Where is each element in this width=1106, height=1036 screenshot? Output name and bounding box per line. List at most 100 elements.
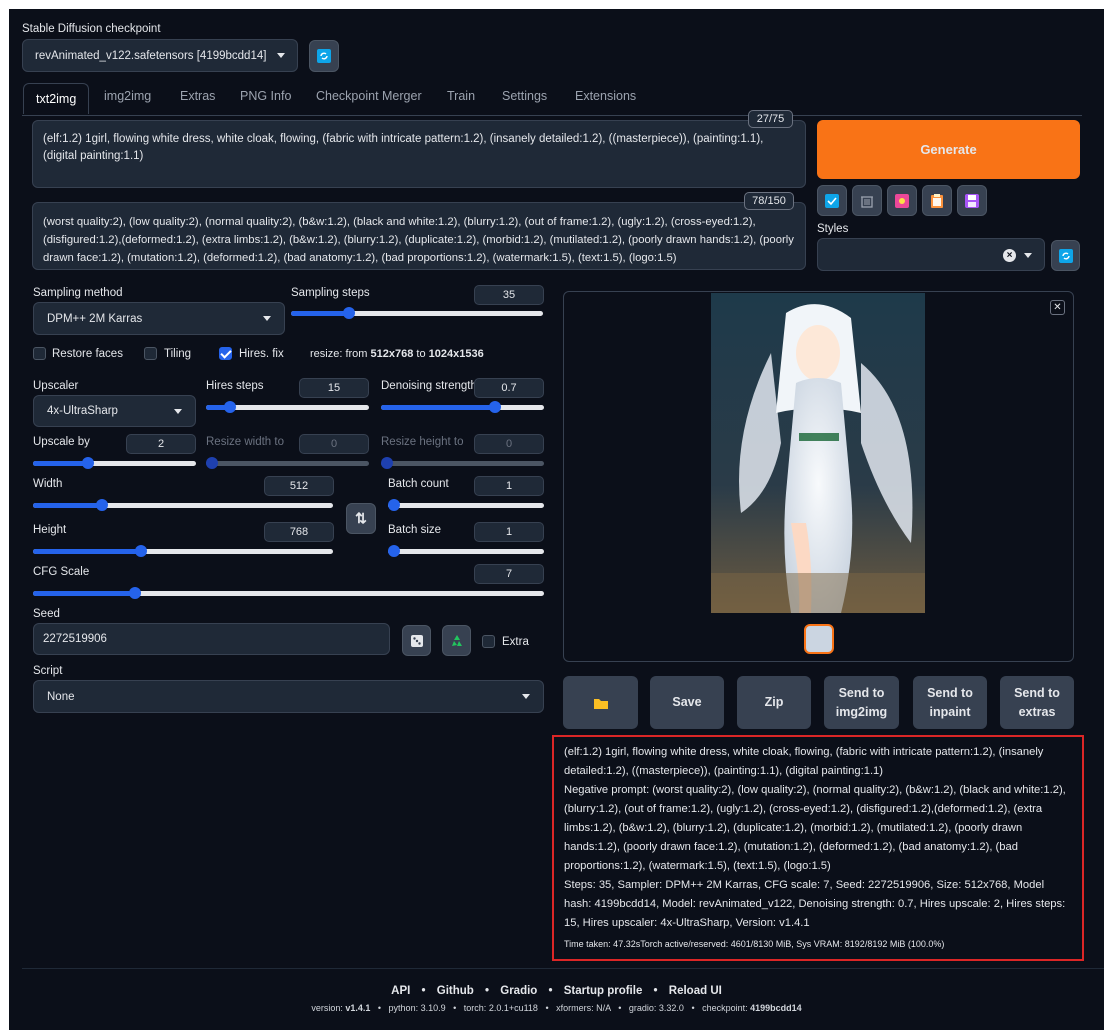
hires-steps-input[interactable]: 15 — [299, 378, 369, 398]
styles-label: Styles — [817, 223, 849, 235]
footer-link-api[interactable]: API — [391, 985, 410, 997]
restore-faces-checkbox[interactable] — [33, 347, 46, 360]
trash-icon — [861, 195, 873, 208]
denoising-strength-slider[interactable] — [381, 401, 544, 413]
extra-seed-checkbox[interactable] — [482, 635, 495, 648]
upscale-by-input[interactable]: 2 — [126, 434, 196, 454]
save-style-button[interactable] — [957, 185, 987, 216]
resize-info: resize: from 512x768 to 1024x1536 — [310, 348, 484, 360]
gallery-thumbnail[interactable] — [804, 624, 834, 654]
tab-img2img[interactable]: img2img — [104, 89, 151, 103]
sampling-method-select[interactable]: DPM++ 2M Karras — [33, 302, 285, 335]
python-key: python: — [388, 1003, 421, 1013]
upscaler-select[interactable]: 4x-UltraSharp — [33, 395, 196, 427]
extra-networks-button[interactable] — [887, 185, 917, 216]
recycle-icon — [451, 634, 462, 646]
refresh-checkpoint-button[interactable] — [309, 40, 339, 72]
script-select[interactable]: None — [33, 680, 544, 713]
sampling-steps-slider[interactable] — [291, 307, 543, 319]
resize-width-slider[interactable] — [206, 457, 369, 469]
clear-icon[interactable]: × — [1003, 249, 1016, 262]
footer-link-gradio[interactable]: Gradio — [500, 985, 537, 997]
tab-extras[interactable]: Extras — [180, 89, 215, 103]
footer-separator: • — [377, 1003, 382, 1013]
send-to-img2img-button[interactable]: Send to img2img — [824, 676, 899, 729]
footer-versions: version: v1.4.1 • python: 3.10.9 • torch… — [9, 1003, 1104, 1013]
checkpoint-select[interactable]: revAnimated_v122.safetensors [4199bcdd14… — [22, 39, 298, 72]
generation-info: (elf:1.2) 1girl, flowing white dress, wh… — [552, 735, 1084, 961]
hires-steps-slider[interactable] — [206, 401, 369, 413]
restore-faces-label: Restore faces — [52, 348, 123, 360]
tab-extensions[interactable]: Extensions — [575, 89, 636, 103]
tab-png-info[interactable]: PNG Info — [240, 89, 291, 103]
info-prompt: (elf:1.2) 1girl, flowing white dress, wh… — [564, 746, 1044, 777]
reuse-seed-button[interactable] — [442, 625, 471, 656]
upscaler-value: 4x-UltraSharp — [47, 405, 118, 417]
send-to-inpaint-button[interactable]: Send to inpaint — [913, 676, 987, 729]
resize-mid: to — [413, 348, 429, 360]
negative-prompt-text: (worst quality:2), (low quality:2), (nor… — [43, 216, 794, 264]
apply-params-button[interactable] — [817, 185, 847, 216]
denoising-strength-input[interactable]: 0.7 — [474, 378, 544, 398]
save-button[interactable]: Save — [650, 676, 724, 729]
height-input[interactable]: 768 — [264, 522, 334, 542]
open-folder-button[interactable] — [563, 676, 638, 729]
seed-label: Seed — [33, 608, 60, 620]
info-negative-prompt: Negative prompt: (worst quality:2), (low… — [564, 784, 1066, 872]
resize-height-slider[interactable] — [381, 457, 544, 469]
tab-settings[interactable]: Settings — [502, 89, 547, 103]
resize-from: 512x768 — [370, 348, 414, 360]
zip-button[interactable]: Zip — [737, 676, 811, 729]
width-slider[interactable] — [33, 499, 333, 511]
close-icon[interactable]: ✕ — [1050, 300, 1065, 315]
tiling-label: Tiling — [164, 348, 192, 360]
seed-input[interactable]: 2272519906 — [33, 623, 390, 655]
cfg-scale-slider[interactable] — [33, 587, 544, 599]
width-input[interactable]: 512 — [264, 476, 334, 496]
sampling-steps-input[interactable]: 35 — [474, 285, 544, 305]
negative-prompt-textarea[interactable]: (worst quality:2), (low quality:2), (nor… — [32, 202, 806, 270]
footer-link-startup-profile[interactable]: Startup profile — [564, 985, 643, 997]
resize-height-input[interactable]: 0 — [474, 434, 544, 454]
checkpoint-hash-value: 4199bcdd14 — [750, 1003, 802, 1013]
refresh-styles-button[interactable] — [1051, 240, 1080, 271]
batch-count-slider[interactable] — [388, 499, 544, 511]
generated-image[interactable] — [711, 293, 925, 613]
styles-select[interactable]: × — [817, 238, 1045, 271]
tab-train[interactable]: Train — [447, 89, 475, 103]
version-key: version: — [311, 1003, 346, 1013]
send-to-extras-button[interactable]: Send to extras — [1000, 676, 1074, 729]
prompt-token-counter: 27/75 — [748, 110, 793, 128]
footer-links: API • Github • Gradio • Startup profile … — [9, 985, 1104, 997]
upscale-by-slider[interactable] — [33, 457, 196, 469]
checkpoint-value: revAnimated_v122.safetensors [4199bcdd14… — [35, 49, 267, 62]
footer-link-reload-ui[interactable]: Reload UI — [669, 985, 722, 997]
batch-count-input[interactable]: 1 — [474, 476, 544, 496]
tab-txt2img[interactable]: txt2img — [23, 83, 90, 114]
resize-width-input[interactable]: 0 — [299, 434, 369, 454]
generate-button[interactable]: Generate — [817, 120, 1080, 179]
footer-link-github[interactable]: Github — [437, 985, 474, 997]
swap-icon: ⇅ — [355, 510, 367, 526]
prompt-text: (elf:1.2) 1girl, flowing white dress, wh… — [43, 133, 764, 162]
tabs-divider — [22, 115, 1082, 116]
torch-value: 2.0.1+cu118 — [488, 1003, 538, 1013]
random-seed-button[interactable] — [402, 625, 431, 656]
clipboard-button[interactable] — [922, 185, 952, 216]
prompt-textarea[interactable]: (elf:1.2) 1girl, flowing white dress, wh… — [32, 120, 806, 188]
script-label: Script — [33, 665, 63, 677]
batch-size-input[interactable]: 1 — [474, 522, 544, 542]
batch-count-label: Batch count — [388, 478, 449, 490]
footer-separator: • — [618, 1003, 622, 1013]
tiling-checkbox[interactable] — [144, 347, 157, 360]
footer-separator: • — [421, 985, 426, 997]
height-slider[interactable] — [33, 545, 333, 557]
hires-fix-checkbox[interactable] — [219, 347, 232, 360]
folder-icon — [593, 698, 608, 709]
cfg-scale-input[interactable]: 7 — [474, 564, 544, 584]
batch-size-slider[interactable] — [388, 545, 544, 557]
clear-prompt-button[interactable] — [852, 185, 882, 216]
cfg-scale-label: CFG Scale — [33, 566, 90, 578]
tab-checkpoint-merger[interactable]: Checkpoint Merger — [316, 89, 422, 103]
swap-dimensions-button[interactable]: ⇅ — [346, 503, 376, 534]
